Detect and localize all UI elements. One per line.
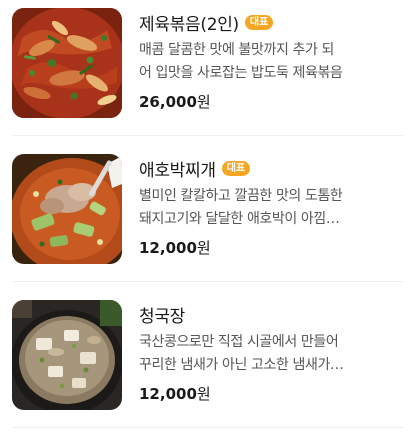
- soybean-paste-stew-photo[interactable]: [12, 300, 122, 410]
- price-amount: 12,000: [139, 239, 197, 257]
- menu-item-description-line: 어 입맛을 사로잡는 밥도둑 제육볶음: [139, 65, 343, 81]
- menu-item-aehobak-jjigae[interactable]: 애호박찌개 대표 별미인 칼칼하고 깔끔한 맛의 도톰한 돼지고기와 달달한 애…: [0, 146, 416, 288]
- menu-item-description-line: 별미인 칼칼하고 깔끔한 맛의 도톰한: [139, 188, 343, 204]
- menu-item-title-row: 청국장: [139, 302, 186, 327]
- menu-item-name: 애호박찌개: [139, 160, 216, 181]
- divider: [12, 427, 404, 428]
- zucchini-stew-photo[interactable]: [12, 154, 122, 264]
- menu-item-description-line: 꾸리한 냄새가 아닌 고소한 냄새가…: [139, 357, 344, 373]
- divider: [12, 281, 404, 282]
- menu-item-description: 별미인 칼칼하고 깔끔한 맛의 도톰한 돼지고기와 달달한 애호박이 아낌…: [139, 185, 401, 231]
- price-amount: 12,000: [139, 385, 197, 403]
- price-unit: 원: [196, 239, 211, 257]
- signature-badge: 대표: [221, 160, 251, 176]
- menu-item-title-row: 제육볶음(2인) 대표: [139, 10, 274, 35]
- menu-item-title-row: 애호박찌개 대표: [139, 156, 251, 181]
- price-unit: 원: [196, 93, 211, 111]
- stir-fried-pork-photo[interactable]: [12, 8, 122, 118]
- menu-item-description-line: 매콤 달콤한 맛에 불맛까지 추가 되: [139, 42, 334, 58]
- price-unit: 원: [196, 385, 211, 403]
- menu-item-description: 매콤 달콤한 맛에 불맛까지 추가 되 어 입맛을 사로잡는 밥도둑 제육볶음: [139, 39, 401, 85]
- menu-item-jeyuk-bokkeum[interactable]: 제육볶음(2인) 대표 매콤 달콤한 맛에 불맛까지 추가 되 어 입맛을 사로…: [0, 0, 416, 142]
- menu-item-description-line: 돼지고기와 달달한 애호박이 아낌…: [139, 211, 340, 227]
- menu-item-description: 국산콩으로만 직접 시골에서 만들어 꾸리한 냄새가 아닌 고소한 냄새가…: [139, 331, 401, 377]
- signature-badge: 대표: [244, 14, 274, 30]
- menu-item-name: 제육볶음(2인): [139, 14, 239, 35]
- price-amount: 26,000: [139, 93, 197, 111]
- menu-item-price: 12,000원: [139, 237, 211, 258]
- menu-item-price: 26,000원: [139, 91, 211, 112]
- menu-item-cheonggukjang[interactable]: 청국장 국산콩으로만 직접 시골에서 만들어 꾸리한 냄새가 아닌 고소한 냄새…: [0, 292, 416, 434]
- menu-list: 제육볶음(2인) 대표 매콤 달콤한 맛에 불맛까지 추가 되 어 입맛을 사로…: [0, 0, 416, 429]
- divider: [12, 135, 404, 136]
- menu-item-description-line: 국산콩으로만 직접 시골에서 만들어: [139, 334, 339, 350]
- menu-item-name: 청국장: [139, 306, 186, 327]
- menu-item-price: 12,000원: [139, 383, 211, 404]
